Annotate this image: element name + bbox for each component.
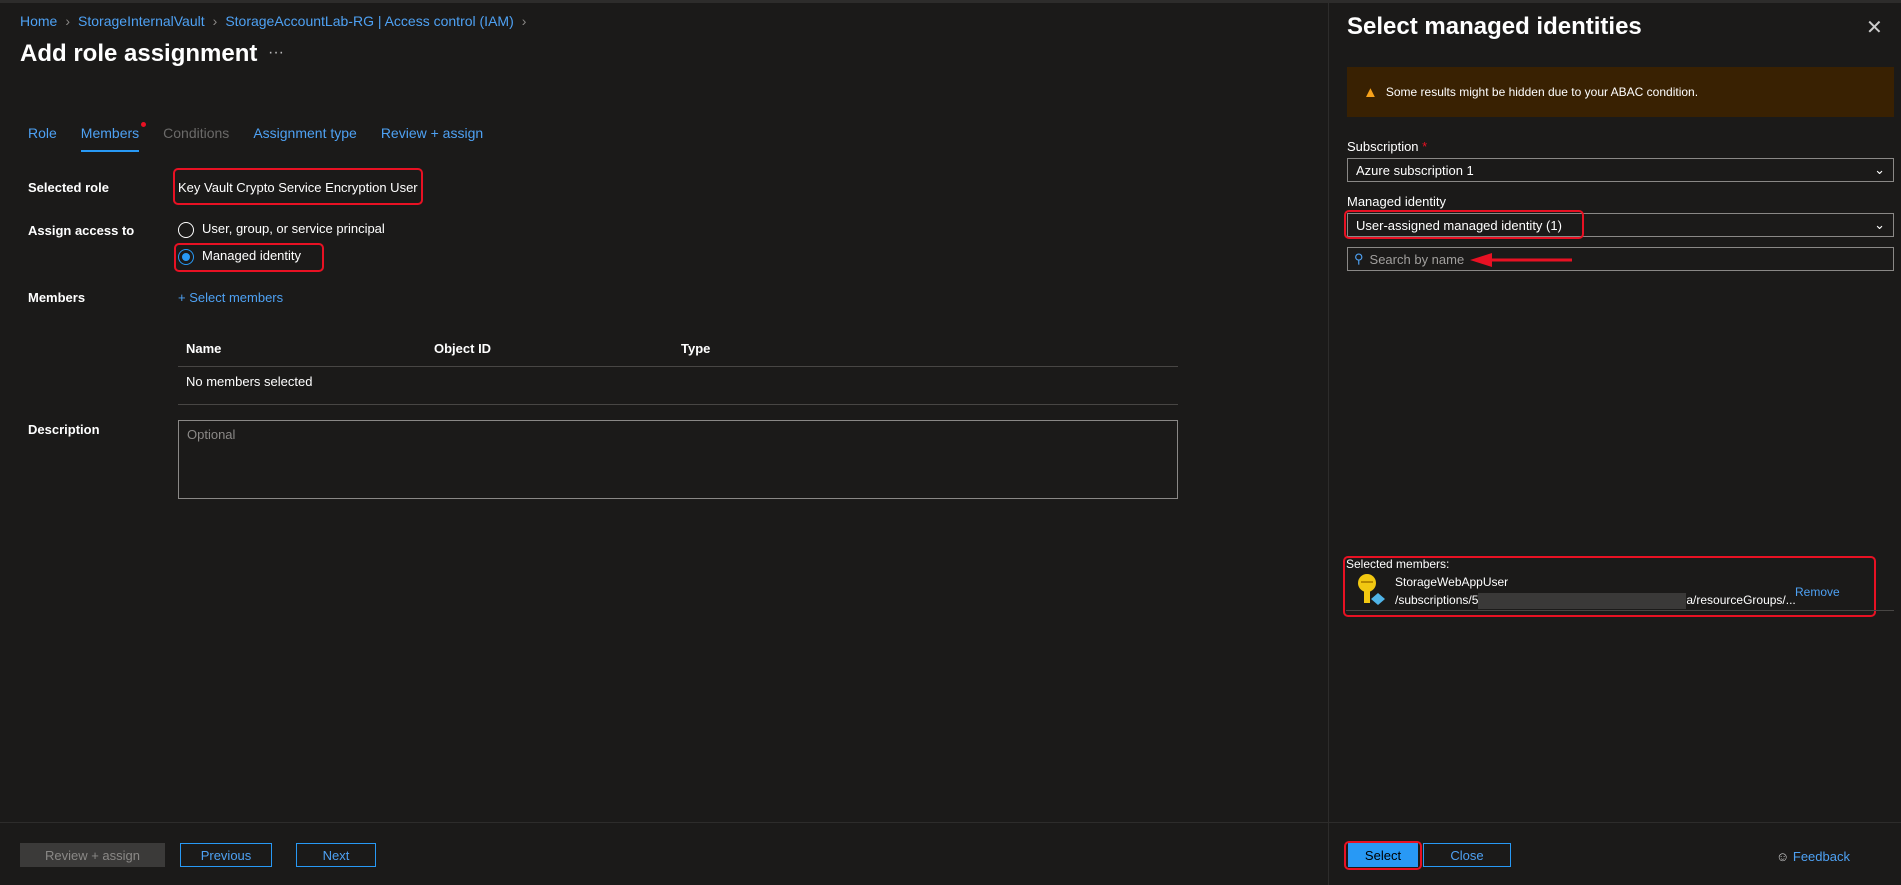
radio-label: Managed identity xyxy=(202,248,302,263)
subscription-label: Subscription * xyxy=(1347,139,1427,154)
chevron-right-icon: › xyxy=(65,13,71,29)
description-input[interactable]: Optional xyxy=(178,420,1178,499)
warning-banner: ▲ Some results might be hidden due to yo… xyxy=(1347,67,1894,117)
divider xyxy=(178,366,1178,367)
member-path-start: /subscriptions/5 xyxy=(1395,593,1479,607)
search-input[interactable]: ⚲ Search by name xyxy=(1347,247,1894,271)
feedback-link[interactable]: ☺ Feedback xyxy=(1776,849,1850,864)
chevron-right-icon: › xyxy=(212,13,218,29)
page-title: Add role assignment xyxy=(20,40,258,67)
radio-circle[interactable] xyxy=(178,221,194,238)
select-members-link[interactable]: + Select members xyxy=(178,290,283,305)
member-name: StorageWebAppUser xyxy=(1395,575,1509,589)
members-label: Members xyxy=(28,290,86,305)
red-arrow-annotation xyxy=(1470,253,1572,267)
column-header-object-id: Object ID xyxy=(434,341,492,356)
side-panel xyxy=(1328,3,1901,885)
required-dot xyxy=(141,122,147,127)
highlight-box xyxy=(1344,210,1584,239)
member-path-end: a/resourceGroups/... xyxy=(1686,593,1796,607)
breadcrumb-iam[interactable]: StorageAccountLab-RG | Access control (I… xyxy=(225,13,513,29)
more-options-button[interactable]: ··· xyxy=(268,44,284,62)
tab-review-assign[interactable]: Review + assign xyxy=(381,125,483,152)
tab-conditions: Conditions xyxy=(163,125,230,141)
review-assign-button: Review + assign xyxy=(20,843,165,867)
selected-role-value: Key Vault Crypto Service Encryption User xyxy=(178,180,418,195)
radio-managed-identity[interactable]: Managed identity xyxy=(178,248,301,265)
selected-role-label: Selected role xyxy=(28,180,109,195)
remove-link[interactable]: Remove xyxy=(1795,585,1840,599)
radio-circle-selected[interactable] xyxy=(178,248,194,265)
panel-title: Select managed identities xyxy=(1347,13,1642,40)
tab-members[interactable]: Members xyxy=(80,122,147,152)
managed-identity-key-icon xyxy=(1357,573,1389,607)
feedback-icon: ☺ xyxy=(1776,849,1793,864)
selected-members-label: Selected members: xyxy=(1346,557,1450,571)
radio-label: User, group, or service principal xyxy=(202,221,385,236)
breadcrumb: Home › StorageInternalVault › StorageAccou… xyxy=(20,13,526,29)
tab-members-label: Members xyxy=(80,125,140,141)
assign-access-label: Assign access to xyxy=(28,223,135,238)
managed-identity-label: Managed identity xyxy=(1347,194,1447,209)
description-label: Description xyxy=(28,422,100,437)
search-icon: ⚲ xyxy=(1354,251,1364,266)
table-empty-message: No members selected xyxy=(186,374,313,389)
next-button[interactable]: Next xyxy=(296,843,376,867)
select-members-label: Select members xyxy=(189,290,284,305)
highlight-box xyxy=(1344,841,1422,870)
close-button[interactable]: Close xyxy=(1423,843,1511,867)
tab-role[interactable]: Role xyxy=(28,125,57,152)
tab-bar: Role Members Conditions Assignment type … xyxy=(28,122,483,152)
breadcrumb-vault[interactable]: StorageInternalVault xyxy=(78,13,205,29)
member-path: /subscriptions/5 a/resourceGroups/... xyxy=(1395,593,1796,609)
breadcrumb-home[interactable]: Home xyxy=(20,13,57,29)
column-header-type: Type xyxy=(681,341,711,356)
column-header-name: Name xyxy=(186,341,222,356)
tab-assignment-type[interactable]: Assignment type xyxy=(253,125,357,152)
feedback-label: Feedback xyxy=(1792,849,1850,864)
close-icon[interactable]: ✕ xyxy=(1866,15,1883,40)
radio-user-group[interactable]: User, group, or service principal xyxy=(178,221,385,238)
footer-divider xyxy=(0,822,1328,823)
warning-text: Some results might be hidden due to your… xyxy=(1385,85,1699,99)
warning-icon: ▲ xyxy=(1363,83,1378,101)
description-placeholder: Optional xyxy=(187,427,236,442)
subscription-value: Azure subscription 1 xyxy=(1356,162,1474,178)
chevron-down-icon: ⌄ xyxy=(1874,217,1885,232)
subscription-label-text: Subscription xyxy=(1347,139,1419,154)
redacted-block xyxy=(1478,593,1687,609)
previous-button[interactable]: Previous xyxy=(180,843,272,867)
search-placeholder: Search by name xyxy=(1369,251,1465,267)
chevron-right-icon: › xyxy=(521,13,527,29)
plus-icon: + xyxy=(178,290,190,305)
panel-footer-divider xyxy=(1329,822,1901,823)
divider xyxy=(178,404,1178,405)
subscription-dropdown[interactable]: Azure subscription 1 ⌄ xyxy=(1347,158,1894,182)
divider xyxy=(1346,610,1894,611)
chevron-down-icon: ⌄ xyxy=(1874,162,1885,177)
required-asterisk: * xyxy=(1422,139,1428,154)
